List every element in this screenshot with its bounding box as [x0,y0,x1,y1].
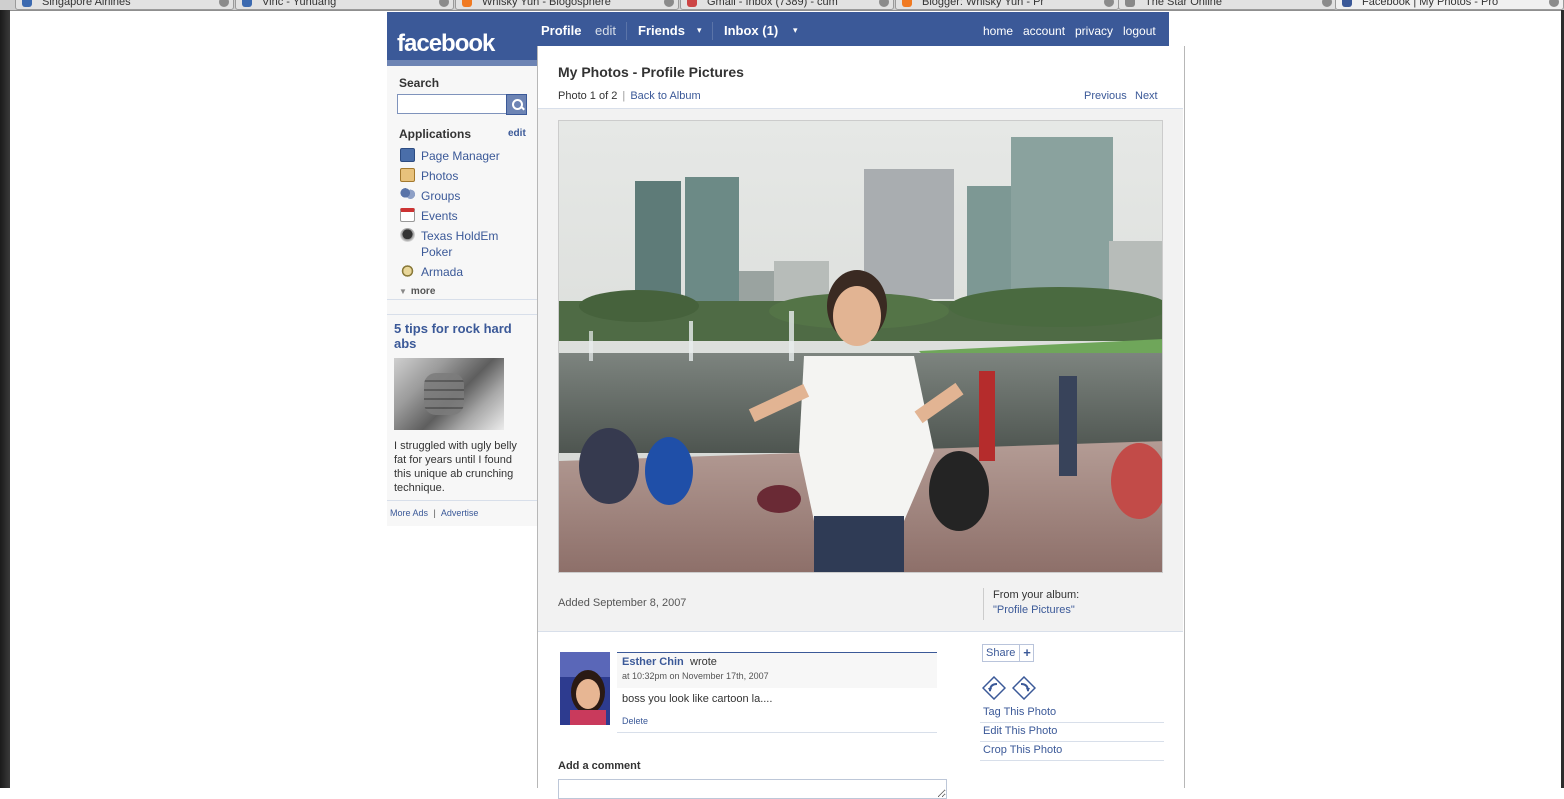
plus-icon: + [1019,645,1034,661]
ad-body: I struggled with ugly belly fat for year… [394,440,517,494]
tab-close-icon[interactable] [1322,0,1332,7]
comment-divider [617,732,937,733]
desktop-edge [0,10,10,788]
browser-tab[interactable]: Blogger: Whisky Yuh - Pr [895,0,1119,10]
comment-input[interactable] [558,779,947,799]
tab-close-icon[interactable] [1104,0,1114,7]
nav-account[interactable]: account [1023,24,1065,38]
nav-inbox[interactable]: Inbox (1) [724,23,778,38]
search-label: Search [399,76,440,90]
crop-photo-link[interactable]: Crop This Photo [983,744,1062,756]
photo-image [559,121,1162,572]
album-name-link[interactable]: "Profile Pictures" [993,604,1075,616]
photo-added-date: Added September 8, 2007 [558,597,687,609]
tab-close-icon[interactable] [879,0,889,7]
browser-tab[interactable]: The Star Online [1118,0,1337,10]
nav-separator [712,22,713,40]
nav-separator [626,22,627,40]
chevron-down-icon[interactable]: ▾ [697,25,702,36]
search-button[interactable] [506,94,527,115]
tab-favicon-icon [462,0,472,8]
comment-timestamp: at 10:32pm on November 17th, 2007 [622,671,769,681]
nav-home[interactable]: home [983,24,1013,38]
action-divider [980,741,1164,742]
nav-profile-edit[interactable]: edit [595,23,616,38]
page-manager-icon [400,148,415,162]
search-input[interactable] [397,94,507,114]
album-divider [983,588,984,620]
sidebar-divider [387,500,537,501]
counter-separator: | [622,90,626,102]
ad-links: More Ads | Advertise [390,508,478,518]
action-divider [980,760,1164,761]
browser-tab-strip: Singapore Airlines Vinc - Yuhuang Whisky… [0,0,1564,11]
share-button[interactable]: Share + [982,644,1034,662]
ad-title[interactable]: 5 tips for rock hard abs [394,321,524,351]
tab-favicon-icon [687,0,697,8]
tab-close-icon[interactable] [1549,0,1559,7]
applications-edit-link[interactable]: edit [508,128,526,139]
events-icon [400,208,415,222]
ad-image[interactable] [394,358,504,430]
sidebar-more-link[interactable]: ▼ more [399,286,435,297]
triangle-down-icon: ▼ [399,287,407,296]
browser-tab[interactable]: Singapore Airlines [15,0,234,10]
add-comment-label: Add a comment [558,760,641,772]
sidebar-divider [387,299,537,300]
facebook-logo[interactable]: facebook [397,30,495,58]
nav-profile[interactable]: Profile [541,23,581,38]
nav-logout[interactable]: logout [1123,24,1156,38]
tab-favicon-icon [902,0,912,8]
comment-author-link[interactable]: Esther Chin [622,656,684,668]
nav-friends[interactable]: Friends [638,23,685,38]
tab-close-icon[interactable] [439,0,449,7]
action-divider [980,722,1164,723]
comment-verb: wrote [690,656,717,668]
avatar[interactable] [560,652,610,725]
more-ads-link[interactable]: More Ads [390,508,428,518]
comment-text: boss you look like cartoon la.... [622,693,773,705]
tab-favicon-icon [22,0,32,8]
back-to-album-link[interactable]: Back to Album [630,90,700,102]
rotate-left-icon[interactable] [982,676,1006,700]
next-link[interactable]: Next [1135,90,1158,102]
previous-link[interactable]: Previous [1084,90,1127,102]
tab-favicon-icon [1342,0,1352,8]
rotate-right-icon[interactable] [1012,676,1036,700]
ad-links-separator: | [433,508,436,518]
groups-icon [400,188,415,202]
applications-heading: Applications [399,127,472,141]
tab-favicon-icon [242,0,252,8]
album-from-label: From your album: [993,589,1080,601]
poker-icon [400,228,415,242]
tag-photo-link[interactable]: Tag This Photo [983,706,1056,718]
armada-icon [400,264,415,278]
chevron-down-icon[interactable]: ▾ [793,25,798,36]
browser-tab[interactable]: Vinc - Yuhuang [235,0,454,10]
sidebar-divider [387,314,537,315]
browser-tab[interactable]: Gmail - Inbox (7389) - cum [680,0,894,10]
tab-close-icon[interactable] [219,0,229,7]
tab-favicon-icon [1125,0,1135,8]
profile-photo[interactable] [558,120,1163,573]
nav-privacy[interactable]: privacy [1075,24,1113,38]
tab-close-icon[interactable] [664,0,674,7]
browser-tab-active[interactable]: Facebook | My Photos - Pro [1335,0,1564,10]
edit-photo-link[interactable]: Edit This Photo [983,725,1057,737]
commenter-avatar-image [560,652,610,725]
photo-counter: Photo 1 of 2 | Back to Album [558,90,701,102]
photos-icon [400,168,415,182]
browser-tab[interactable]: Whisky Yuh - Blogosphere [455,0,679,10]
comment-delete-link[interactable]: Delete [622,716,648,726]
advertise-link[interactable]: Advertise [441,508,479,518]
page-title: My Photos - Profile Pictures [558,64,744,80]
